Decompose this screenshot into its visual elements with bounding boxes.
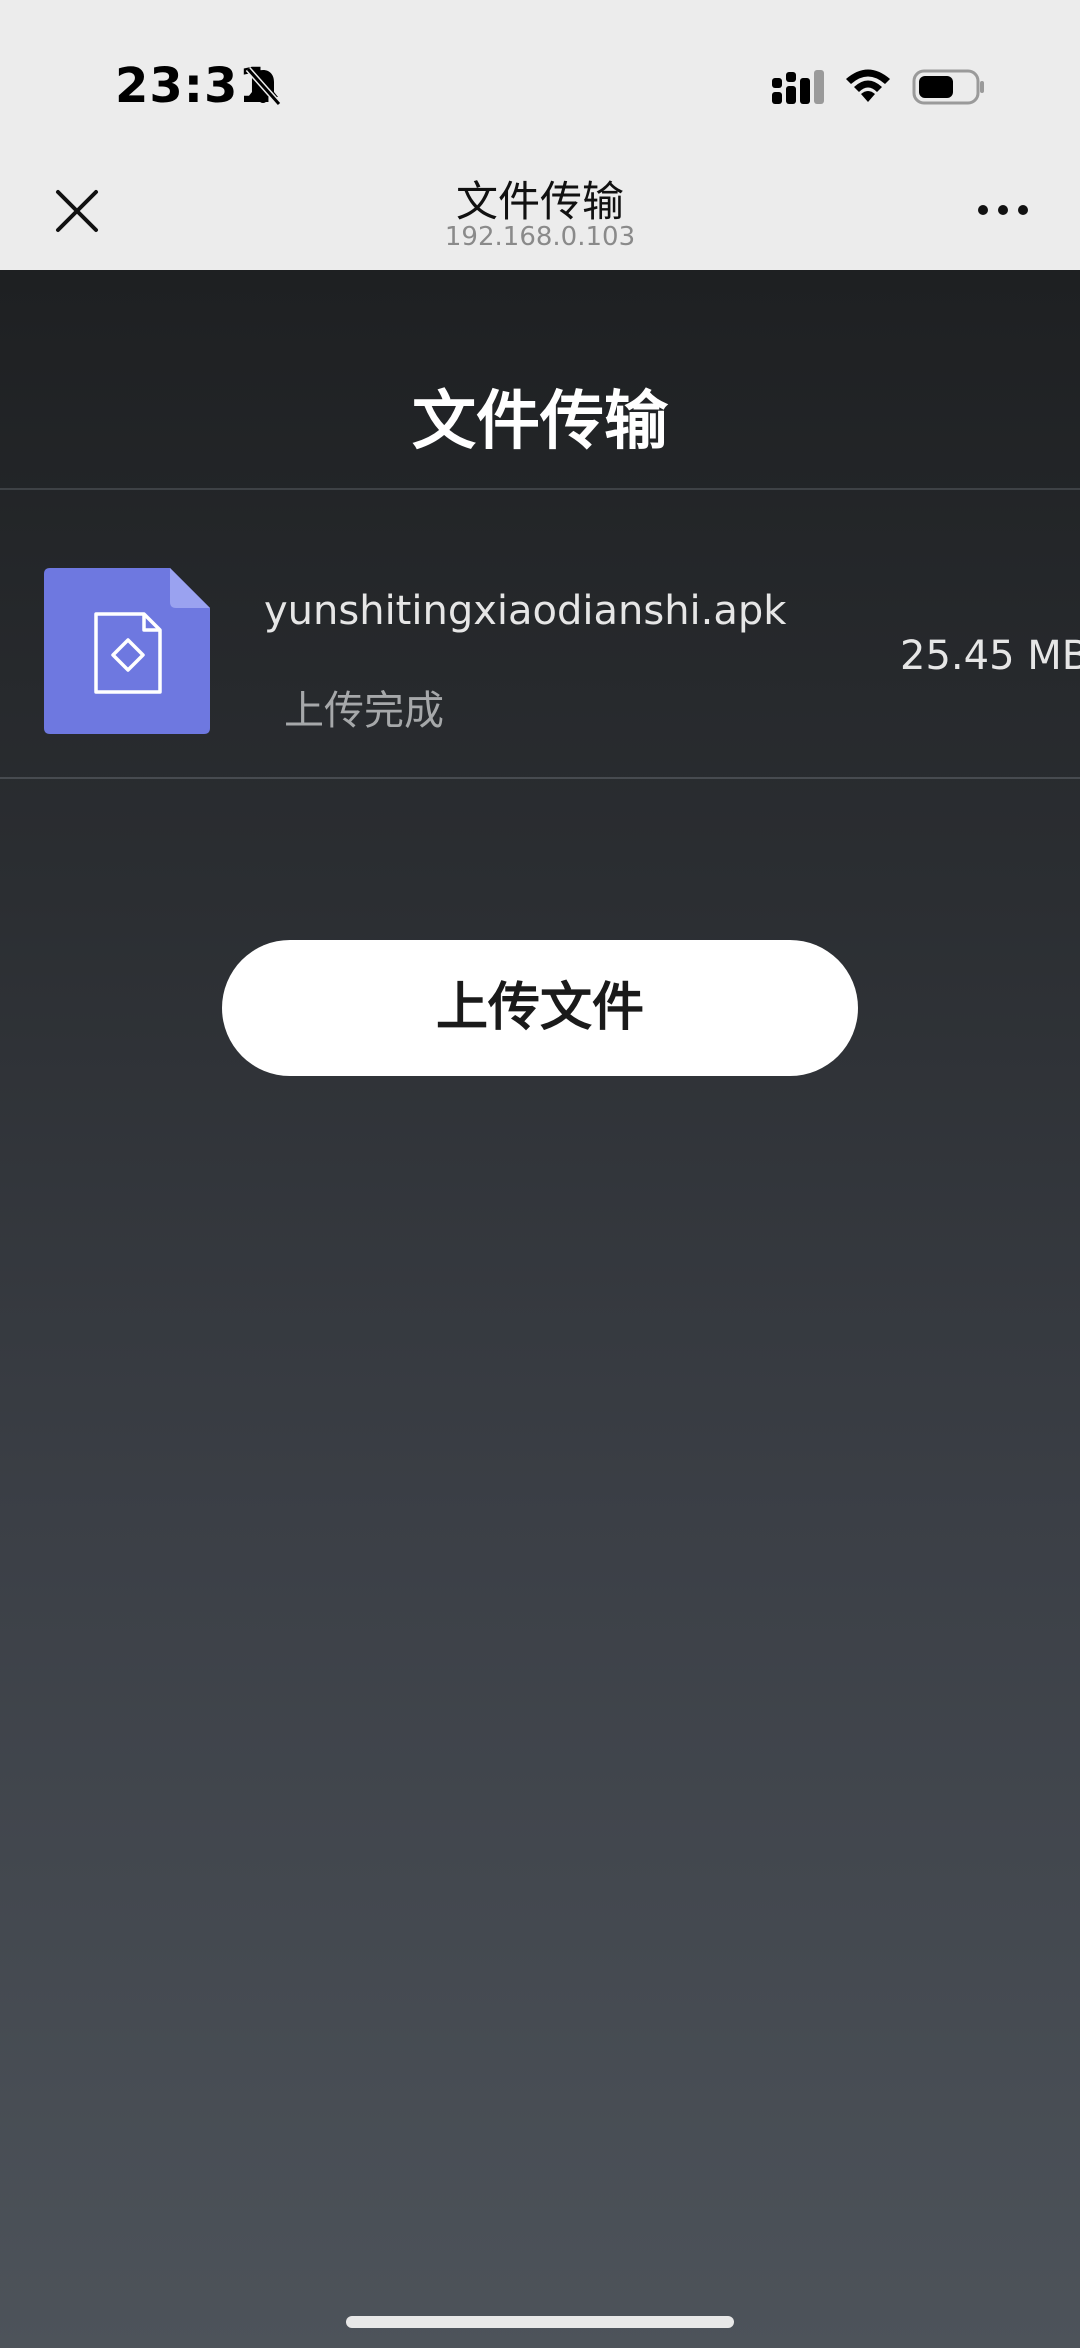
nav-subtitle: 192.168.0.103 bbox=[444, 222, 636, 252]
file-name[interactable]: yunshitingxiaodianshi.apk bbox=[264, 588, 786, 634]
divider bbox=[0, 488, 1080, 490]
nav-bar: 文件传输 192.168.0.103 bbox=[0, 150, 1080, 270]
more-icon[interactable] bbox=[976, 200, 1030, 220]
status-bar: 23:31 bbox=[0, 0, 1080, 150]
web-content: 文件传输 yunshitingxiaodianshi.apk 上传完成 25.4… bbox=[0, 270, 1080, 2348]
file-icon bbox=[44, 568, 210, 734]
bell-muted-icon bbox=[245, 67, 281, 106]
signal-icon bbox=[772, 70, 824, 104]
file-status: 上传完成 bbox=[284, 688, 444, 734]
home-indicator[interactable] bbox=[346, 2316, 734, 2328]
upload-file-button[interactable]: 上传文件 bbox=[222, 940, 858, 1076]
battery-icon bbox=[912, 69, 984, 105]
nav-title: 文件传输 bbox=[455, 177, 624, 226]
wifi-icon bbox=[846, 69, 890, 102]
screen: 23:31 文件传输 192.168.0.103 文件传输 yunshiting… bbox=[0, 0, 1080, 2348]
file-size: 25.45 MB bbox=[900, 633, 1080, 679]
divider bbox=[0, 777, 1080, 779]
page-title: 文件传输 bbox=[412, 385, 668, 459]
